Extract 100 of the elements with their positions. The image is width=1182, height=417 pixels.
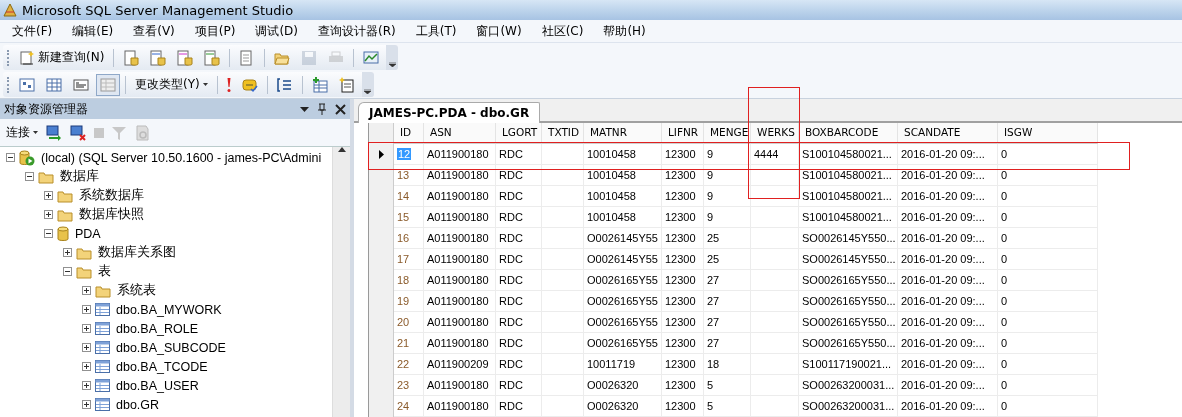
tree-item[interactable]: 系统数据库	[0, 186, 332, 205]
column-header[interactable]: ISGW	[998, 123, 1098, 144]
tree-item[interactable]: 数据库	[0, 167, 332, 186]
table-cell: RDC	[496, 144, 542, 165]
results-pane-icon	[100, 76, 116, 93]
table-cell: A011900180	[424, 144, 496, 165]
table-cell: RDC	[496, 396, 542, 417]
table-cell: 0	[998, 144, 1098, 165]
disconnect-server-icon[interactable]	[70, 124, 86, 141]
dropdown-icon[interactable]	[300, 106, 309, 112]
table-cell: 2016-01-20 09:...	[898, 270, 998, 291]
column-header[interactable]: TXTID	[542, 123, 584, 144]
expand-icon[interactable]	[82, 362, 91, 371]
tree-item[interactable]: dbo.BA_ROLE	[0, 319, 332, 338]
column-header[interactable]: MATNR	[584, 123, 662, 144]
table-cell: RDC	[496, 165, 542, 186]
table-cell: 12300	[662, 354, 704, 375]
column-header[interactable]: MENGE	[704, 123, 751, 144]
menu-item[interactable]: 查询设计器(R)	[312, 22, 402, 40]
tree-item[interactable]: dbo.BA_USER	[0, 376, 332, 395]
menu-item[interactable]: 帮助(H)	[597, 22, 652, 40]
menu-item[interactable]: 社区(C)	[535, 22, 590, 40]
table-cell: S100104580021...	[799, 186, 898, 207]
table-cell: 2016-01-20 09:...	[898, 354, 998, 375]
table-cell: RDC	[496, 207, 542, 228]
table-cell: A011900180	[424, 291, 496, 312]
table-cell: 17	[394, 249, 424, 270]
expand-icon[interactable]	[82, 286, 91, 295]
overflow-icon[interactable]	[364, 89, 372, 94]
menu-item[interactable]: 调试(D)	[249, 22, 304, 40]
expand-icon[interactable]	[82, 343, 91, 352]
column-header[interactable]: ID	[394, 123, 424, 144]
menu-item[interactable]: 工具(T)	[409, 22, 463, 40]
table-cell	[751, 186, 799, 207]
tree-item[interactable]: 数据库关系图	[0, 243, 332, 262]
table-cell: RDC	[496, 333, 542, 354]
close-icon[interactable]	[335, 103, 346, 115]
connect-server-icon[interactable]	[46, 124, 62, 141]
table-cell: SO0026145Y550...	[799, 249, 898, 270]
table-cell: 2016-01-20 09:...	[898, 291, 998, 312]
table-cell: 2016-01-20 09:...	[898, 228, 998, 249]
table-cell: 0	[998, 270, 1098, 291]
column-header[interactable]: BOXBARCODE	[799, 123, 898, 144]
table-cell: 5	[704, 375, 751, 396]
table-cell: 2016-01-20 09:...	[898, 375, 998, 396]
tree-item[interactable]: PDA	[0, 224, 332, 243]
expand-icon[interactable]	[82, 400, 91, 409]
tree-item[interactable]: dbo.BA_TCODE	[0, 357, 332, 376]
collapse-icon[interactable]	[6, 153, 15, 162]
expand-icon[interactable]	[44, 210, 53, 219]
menu-item[interactable]: 项目(P)	[188, 22, 242, 40]
table-cell: 0	[998, 207, 1098, 228]
tree-item[interactable]: dbo.BA_MYWORK	[0, 300, 332, 319]
table-cell: 2016-01-20 09:...	[898, 165, 998, 186]
app-icon	[2, 2, 18, 18]
tree-item[interactable]: dbo.GR	[0, 395, 332, 414]
server-icon	[19, 149, 35, 166]
table-cell: S100104580021...	[799, 144, 898, 165]
tree-item[interactable]: 数据库快照	[0, 205, 332, 224]
table-cell: 23	[394, 375, 424, 396]
expand-icon[interactable]	[82, 305, 91, 314]
column-header[interactable]: ASN	[424, 123, 496, 144]
database-file-icon	[123, 49, 140, 66]
table-cell: 15	[394, 207, 424, 228]
tree-item[interactable]: dbo.BA_SUBCODE	[0, 338, 332, 357]
menu-item[interactable]: 窗口(W)	[470, 22, 528, 40]
menu-item[interactable]: 文件(F)	[6, 22, 59, 40]
table-cell: 18	[394, 270, 424, 291]
table-cell: 18	[704, 354, 751, 375]
table-cell: 20	[394, 312, 424, 333]
diagram-pane-icon	[19, 76, 35, 93]
table-cell: 10010458	[584, 186, 662, 207]
menu-item[interactable]: 查看(V)	[127, 22, 181, 40]
column-header[interactable]: LIFNR	[662, 123, 704, 144]
tree-item[interactable]: 表	[0, 262, 332, 281]
expand-icon[interactable]	[44, 191, 53, 200]
expand-icon[interactable]	[82, 324, 91, 333]
tree-item[interactable]: (local) (SQL Server 10.50.1600 - james-PC\Admini	[0, 148, 332, 167]
column-header[interactable]: WERKS	[751, 123, 799, 144]
overflow-icon[interactable]	[388, 62, 396, 67]
expand-icon[interactable]	[82, 381, 91, 390]
menu-item[interactable]: 编辑(E)	[66, 22, 120, 40]
table-cell: SO0026145Y550...	[799, 228, 898, 249]
column-header[interactable]: SCANDATE	[898, 123, 998, 144]
document-tab[interactable]: JAMES-PC.PDA - dbo.GR	[358, 102, 541, 123]
pin-icon[interactable]	[317, 103, 327, 115]
expand-icon[interactable]	[63, 248, 72, 257]
table-cell: 2016-01-20 09:...	[898, 249, 998, 270]
collapse-icon[interactable]	[25, 172, 34, 181]
tree-item[interactable]: 系统表	[0, 281, 332, 300]
collapse-icon[interactable]	[63, 267, 72, 276]
table-cell: 5	[704, 396, 751, 417]
caret-icon	[33, 131, 38, 134]
connect-button[interactable]: 连接	[6, 124, 38, 141]
table-cell: 2016-01-20 09:...	[898, 333, 998, 354]
table-cell: SO0026165Y550...	[799, 270, 898, 291]
table-cell: SO0026165Y550...	[799, 291, 898, 312]
column-header[interactable]: LGORT	[496, 123, 542, 144]
table-cell: A011900180	[424, 207, 496, 228]
collapse-icon[interactable]	[44, 229, 53, 238]
